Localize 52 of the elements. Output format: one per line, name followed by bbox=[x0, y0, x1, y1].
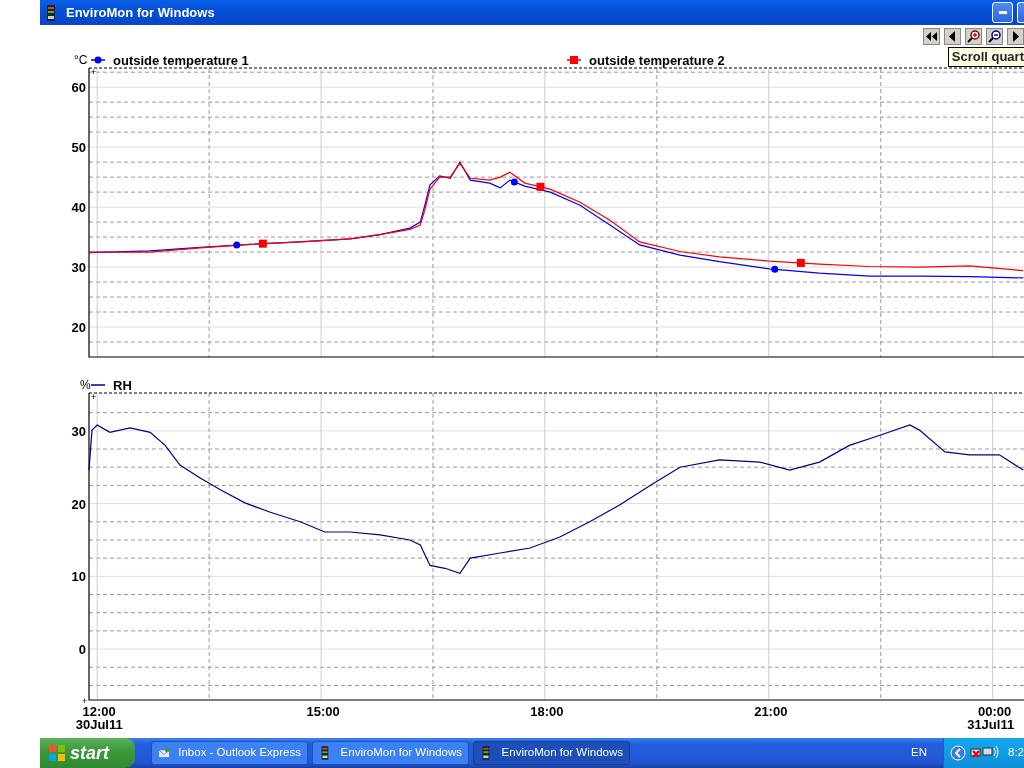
window-title: EnviroMon for Windows bbox=[66, 3, 215, 22]
windows-flag-icon bbox=[48, 744, 66, 762]
clock: 8:2 bbox=[1008, 745, 1024, 761]
corner-mark: + bbox=[91, 67, 97, 77]
tooltip: Scroll quart bbox=[947, 47, 1024, 67]
unit-label: °C bbox=[74, 53, 88, 67]
taskbar-button[interactable]: Inbox - Outlook Express bbox=[151, 741, 308, 765]
zoom-out-button[interactable] bbox=[986, 28, 1003, 45]
corner-mark: + bbox=[91, 392, 97, 402]
legend-label: outside temperature 2 bbox=[589, 53, 725, 68]
start-button[interactable]: start bbox=[40, 738, 135, 768]
zoom-out-icon bbox=[988, 30, 1001, 43]
axis-label: 18:00 bbox=[530, 704, 564, 719]
axis-label: 0 bbox=[78, 642, 86, 658]
language-indicator[interactable]: EN bbox=[911, 744, 927, 762]
axis-label: 60 bbox=[71, 80, 86, 96]
chevron-icon bbox=[950, 745, 966, 761]
legend-marker-icon bbox=[566, 56, 582, 64]
date-label: 30Jul11 bbox=[75, 717, 123, 732]
mail-icon bbox=[158, 745, 171, 761]
zoom-in-icon bbox=[967, 30, 980, 43]
scroll-left-button[interactable] bbox=[944, 28, 961, 45]
app-icon bbox=[44, 4, 58, 21]
taskbar-button[interactable]: EnviroMon for Windows bbox=[473, 741, 630, 765]
legend-marker-icon bbox=[90, 56, 106, 64]
axis-label: 30 bbox=[71, 423, 86, 439]
axis-label: 40 bbox=[71, 200, 86, 216]
corner-mark: + bbox=[82, 696, 88, 706]
show-hidden-icons-button[interactable] bbox=[950, 745, 966, 761]
network-icon[interactable] bbox=[970, 745, 1000, 761]
legend-label: RH bbox=[113, 378, 132, 393]
axis-label: 21:00 bbox=[754, 704, 788, 719]
rewind-button[interactable] bbox=[923, 28, 940, 45]
legend-marker-icon bbox=[90, 384, 106, 386]
zoom-in-button[interactable] bbox=[965, 28, 982, 45]
date-label: 31Jul11 bbox=[967, 717, 1015, 732]
unit-label: % bbox=[80, 378, 91, 392]
legend-label: outside temperature 1 bbox=[113, 53, 249, 68]
axis-label: 30 bbox=[71, 260, 86, 276]
axis-label: 20 bbox=[71, 496, 86, 512]
taskbar-button[interactable]: EnviroMon for Windows bbox=[312, 741, 469, 765]
axis-label: 20 bbox=[71, 320, 86, 335]
axis-label: 12:00 bbox=[82, 704, 116, 719]
rewind-icon bbox=[925, 30, 938, 43]
axis-label: 10 bbox=[71, 569, 86, 585]
axis-label: 00:00 bbox=[978, 704, 1012, 719]
minimize-button[interactable] bbox=[992, 2, 1013, 23]
axis-label: 15:00 bbox=[306, 704, 340, 719]
axis-label: 50 bbox=[71, 140, 86, 156]
title-bar-button[interactable] bbox=[1017, 2, 1024, 23]
minimize-icon bbox=[998, 11, 1007, 14]
scroll-right-button[interactable] bbox=[1007, 28, 1024, 45]
